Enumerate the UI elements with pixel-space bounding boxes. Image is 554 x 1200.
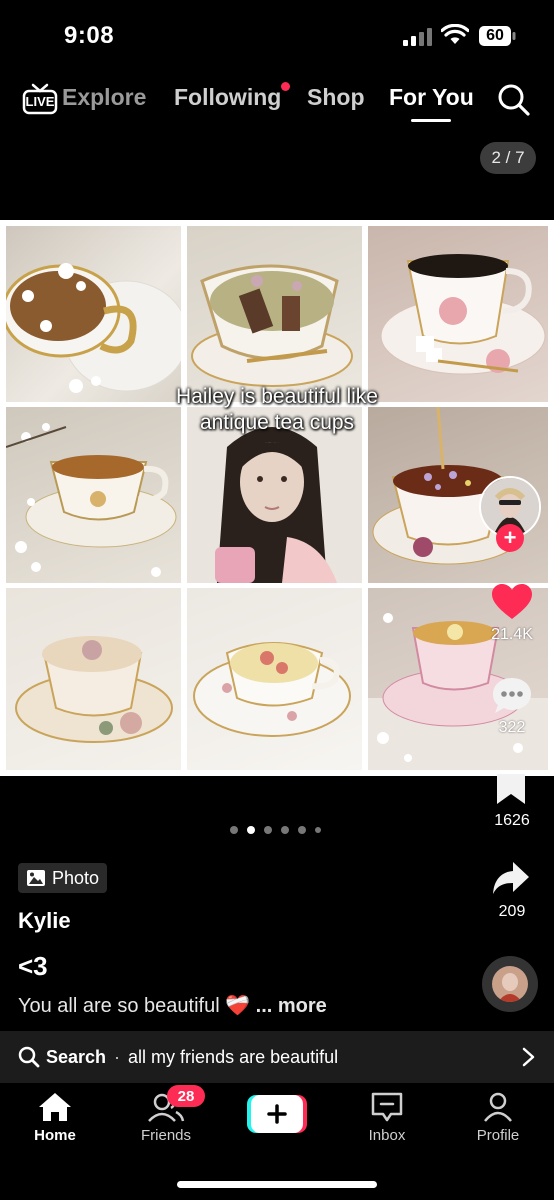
- comment-count: 322: [498, 719, 526, 736]
- description-text: You all are so beautiful: [18, 995, 220, 1017]
- search-suggestion-query: all my friends are beautiful: [128, 1046, 339, 1067]
- author-name[interactable]: Kylie: [18, 908, 71, 934]
- profile-icon: [484, 1092, 512, 1122]
- photo-icon: [27, 870, 45, 886]
- nav-profile-label: Profile: [476, 1127, 520, 1144]
- live-label: LIVE: [25, 94, 55, 109]
- create-post-button[interactable]: [247, 1095, 307, 1133]
- tab-explore[interactable]: Explore: [62, 84, 146, 111]
- carousel-indicator: [230, 825, 321, 835]
- tab-following[interactable]: Following: [174, 84, 281, 111]
- nav-home[interactable]: Home: [10, 1091, 100, 1144]
- search-icon: [18, 1046, 40, 1068]
- carousel-dot: [230, 826, 238, 834]
- tab-for-you[interactable]: For You: [389, 84, 474, 111]
- photo-type-badge: Photo: [18, 863, 108, 893]
- active-tab-indicator: [411, 119, 451, 122]
- image-counter: 2 / 7: [480, 142, 536, 174]
- cellular-signal-icon: [403, 28, 432, 46]
- comment-icon[interactable]: [491, 676, 533, 716]
- mending-heart-emoji: ❤️‍🩹: [225, 995, 251, 1017]
- nav-inbox-label: Inbox: [368, 1127, 406, 1144]
- status-time: 9:08: [64, 22, 115, 49]
- search-icon[interactable]: [497, 83, 531, 117]
- nav-inbox[interactable]: Inbox: [342, 1091, 432, 1144]
- tea-cup-photo: [187, 588, 362, 770]
- post-caption-overlay: Hailey is beautiful like antique tea cup…: [0, 384, 554, 436]
- photo-badge-label: Photo: [52, 867, 100, 888]
- chevron-right-icon: [522, 1047, 535, 1067]
- heart-icon[interactable]: [491, 583, 533, 621]
- search-suggestion-bar[interactable]: Search · all my friends are beautiful: [0, 1031, 554, 1083]
- tea-cup-photo: [6, 226, 181, 402]
- carousel-dot: [298, 826, 306, 834]
- tab-shop[interactable]: Shop: [307, 84, 365, 111]
- friends-badge: 28: [167, 1085, 205, 1107]
- home-indicator: [177, 1181, 377, 1188]
- live-button[interactable]: LIVE: [22, 82, 58, 118]
- home-icon: [39, 1093, 71, 1121]
- search-suggestion-label: Search: [46, 1046, 107, 1067]
- tea-cup-photo: [6, 588, 181, 770]
- carousel-dot: [281, 826, 289, 834]
- post-title: <3: [18, 951, 48, 981]
- share-icon[interactable]: [491, 860, 531, 896]
- post-description[interactable]: You all are so beautiful ❤️‍🩹 ... more: [18, 993, 327, 1018]
- battery-level: 60: [486, 27, 504, 44]
- carousel-dot-active: [247, 826, 255, 834]
- caption-line-2: antique tea cups: [199, 411, 355, 434]
- carousel-dot: [264, 826, 272, 834]
- bookmark-icon[interactable]: [495, 772, 527, 806]
- tea-cup-photo: [187, 226, 362, 402]
- nav-friends-label: Friends: [140, 1127, 192, 1144]
- share-count: 209: [498, 903, 526, 920]
- sound-cover-image: [492, 966, 528, 1002]
- following-notification-dot: [281, 82, 290, 91]
- caption-line-1: Hailey is beautiful like: [176, 385, 378, 408]
- like-count: 21.4K: [491, 626, 533, 643]
- carousel-dot: [315, 827, 321, 833]
- wifi-icon: [441, 24, 469, 44]
- sound-disc-button[interactable]: [482, 956, 538, 1012]
- search-suggestion-separator: ·: [114, 1046, 121, 1067]
- nav-home-label: Home: [34, 1127, 76, 1144]
- tea-cup-photo: [368, 226, 548, 402]
- save-count: 1626: [494, 812, 530, 829]
- post-image[interactable]: [0, 220, 554, 776]
- battery-icon: 60: [478, 25, 516, 47]
- inbox-icon: [371, 1092, 403, 1122]
- more-link[interactable]: ... more: [256, 995, 327, 1017]
- nav-profile[interactable]: Profile: [453, 1091, 543, 1144]
- follow-plus-button[interactable]: +: [496, 524, 524, 552]
